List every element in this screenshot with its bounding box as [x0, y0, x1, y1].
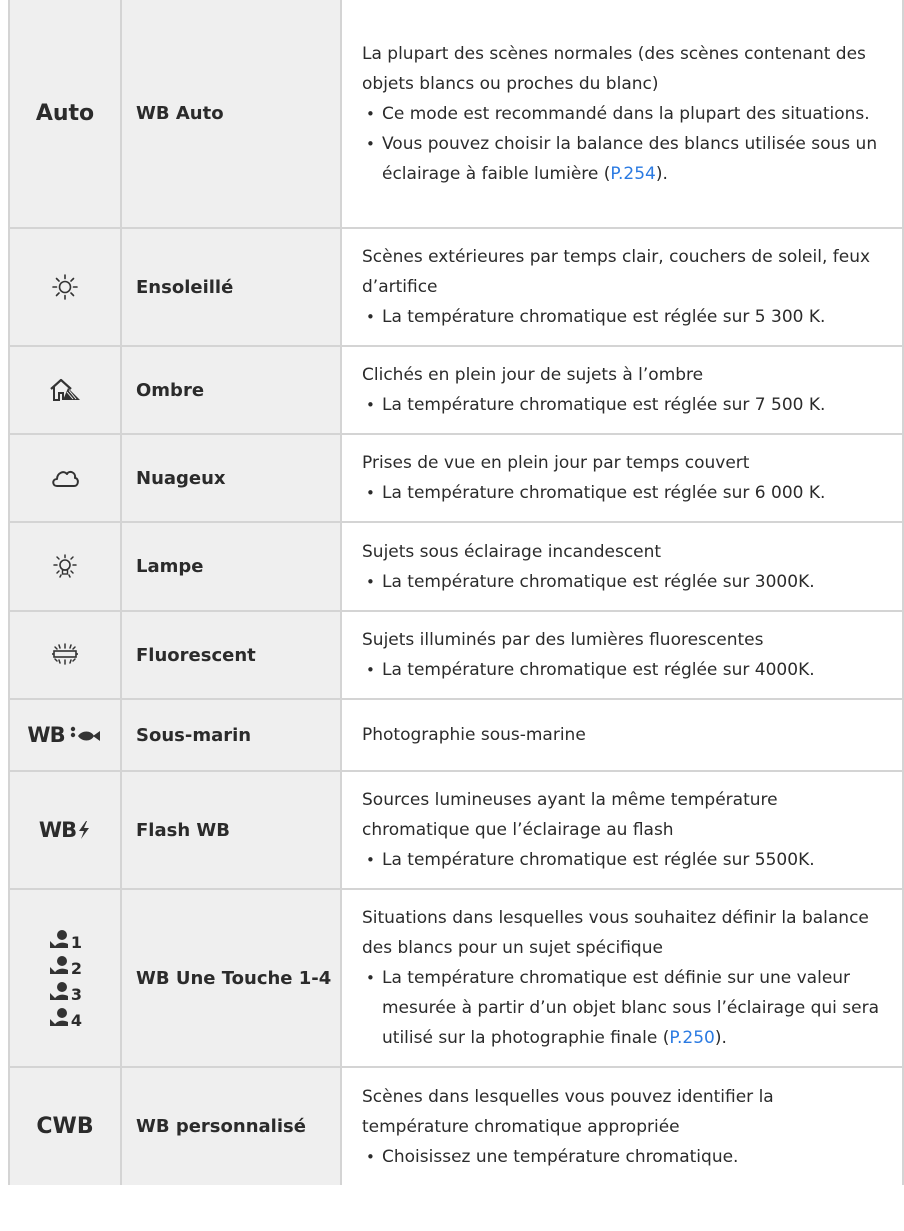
mode-name: Sous-marin — [120, 698, 342, 772]
one-touch-wb-4-icon: 4 — [48, 1006, 82, 1029]
bullet-list: La température chromatique est réglée su… — [362, 478, 884, 508]
mode-label: CWB — [36, 1114, 94, 1139]
mode-cell: WB — [8, 698, 122, 772]
one-touch-wb-3-icon: 3 — [48, 980, 82, 1003]
mode-cell — [8, 227, 122, 347]
page-reference-link[interactable]: P.254 — [610, 164, 655, 184]
description: Situations dans lesquelles vous souhaite… — [362, 908, 869, 958]
list-item: Vous pouvez choisir la balance des blanc… — [362, 129, 884, 189]
bullet-list: La température chromatique est réglée su… — [362, 567, 884, 597]
table-row: Auto WB Auto La plupart des scènes norma… — [8, 0, 904, 229]
table-row: Lampe Sujets sous éclairage incandescent… — [8, 521, 904, 612]
list-item: La température chromatique est définie s… — [362, 963, 884, 1053]
bullet-list: La température chromatique est réglée su… — [362, 655, 884, 685]
mode-name: Fluorescent — [120, 610, 342, 700]
bullet-list: Ce mode est recommandé dans la plupart d… — [362, 99, 884, 189]
description-cell: Sujets sous éclairage incandescent La te… — [340, 521, 904, 612]
description-cell: Prises de vue en plein jour par temps co… — [340, 433, 904, 523]
page-reference-link[interactable]: P.250 — [669, 1028, 714, 1048]
description: Sujets sous éclairage incandescent — [362, 541, 662, 562]
description-cell: La plupart des scènes normales (des scèn… — [340, 0, 904, 229]
mode-name: WB Auto — [120, 0, 342, 229]
description-cell: Scènes dans lesquelles vous pouvez ident… — [340, 1066, 904, 1185]
fluorescent-icon — [52, 643, 78, 665]
table-row: CWB WB personnalisé Scènes dans lesquell… — [8, 1066, 904, 1185]
bullet-list: La température chromatique est réglée su… — [362, 845, 884, 875]
description: Clichés en plein jour de sujets à l’ombr… — [362, 365, 704, 385]
fish-icon — [70, 726, 100, 741]
mode-name: WB personnalisé — [120, 1066, 342, 1185]
mode-cell — [8, 521, 122, 612]
shade-icon — [50, 378, 80, 401]
lightning-icon — [79, 821, 90, 839]
bullet-list: Choisissez une température chromatique. — [362, 1142, 884, 1172]
list-item: La température chromatique est réglée su… — [362, 845, 884, 875]
description: La plupart des scènes normales (des scèn… — [362, 43, 866, 94]
one-touch-wb-icon: 1 2 3 4 — [10, 928, 120, 1029]
list-item: La température chromatique est réglée su… — [362, 655, 884, 685]
table-row: Nuageux Prises de vue en plein jour par … — [8, 433, 904, 523]
mode-cell: Auto — [8, 0, 122, 229]
description: Prises de vue en plein jour par temps co… — [362, 453, 750, 473]
description-cell: Clichés en plein jour de sujets à l’ombr… — [340, 345, 904, 435]
table-row: Ensoleillé Scènes extérieures par temps … — [8, 227, 904, 347]
description-cell: Sujets illuminés par des lumières fluore… — [340, 610, 904, 700]
mode-cell: CWB — [8, 1066, 122, 1185]
description-cell: Situations dans lesquelles vous souhaite… — [340, 888, 904, 1068]
table-row: 1 2 3 4 WB Une Touche 1-4 Situations dan… — [8, 888, 904, 1068]
mode-name: Ensoleillé — [120, 227, 342, 347]
description-cell: Photographie sous-marine — [340, 698, 904, 772]
mode-name: WB Une Touche 1-4 — [120, 888, 342, 1068]
description: Scènes dans lesquelles vous pouvez ident… — [362, 1086, 774, 1137]
mode-cell — [8, 610, 122, 700]
description: Scènes extérieures par temps clair, couc… — [362, 247, 871, 297]
flash-wb-icon: WB — [39, 818, 91, 842]
list-item: La température chromatique est réglée su… — [362, 302, 884, 332]
mode-name: Nuageux — [120, 433, 342, 523]
list-item: Choisissez une température chromatique. — [362, 1142, 884, 1172]
list-item: La température chromatique est réglée su… — [362, 478, 884, 508]
one-touch-wb-1-icon: 1 — [48, 928, 82, 951]
list-item: Ce mode est recommandé dans la plupart d… — [362, 99, 884, 129]
sun-icon — [52, 274, 78, 300]
incandescent-lamp-icon — [53, 553, 77, 578]
table-row: Ombre Clichés en plein jour de sujets à … — [8, 345, 904, 435]
mode-cell — [8, 345, 122, 435]
description-cell: Sources lumineuses ayant la même tempéra… — [340, 770, 904, 890]
table-row: WB Flash WB Sources lumineuses ayant la … — [8, 770, 904, 890]
cloud-icon — [52, 470, 79, 487]
mode-name: Ombre — [120, 345, 342, 435]
bullet-list: La température chromatique est réglée su… — [362, 302, 884, 332]
table-row: Fluorescent Sujets illuminés par des lum… — [8, 610, 904, 700]
description: Photographie sous-marine — [362, 725, 586, 745]
mode-cell — [8, 433, 122, 523]
description: Sujets illuminés par des lumières fluore… — [362, 630, 764, 650]
mode-label: Auto — [35, 101, 95, 126]
description: Sources lumineuses ayant la même tempéra… — [362, 790, 778, 840]
mode-name: Flash WB — [120, 770, 342, 890]
mode-cell: 1 2 3 4 — [8, 888, 122, 1068]
mode-name: Lampe — [120, 521, 342, 612]
bullet-list: La température chromatique est réglée su… — [362, 390, 884, 420]
mode-cell: WB — [8, 770, 122, 890]
description-cell: Scènes extérieures par temps clair, couc… — [340, 227, 904, 347]
table-row: WB Sous-marin Photographie sous-marine — [8, 698, 904, 772]
one-touch-wb-2-icon: 2 — [48, 954, 82, 977]
bullet-list: La température chromatique est définie s… — [362, 963, 884, 1053]
underwater-wb-icon: WB — [27, 723, 102, 747]
white-balance-table: Auto WB Auto La plupart des scènes norma… — [8, 0, 904, 1185]
list-item: La température chromatique est réglée su… — [362, 390, 884, 420]
list-item: La température chromatique est réglée su… — [362, 567, 884, 597]
